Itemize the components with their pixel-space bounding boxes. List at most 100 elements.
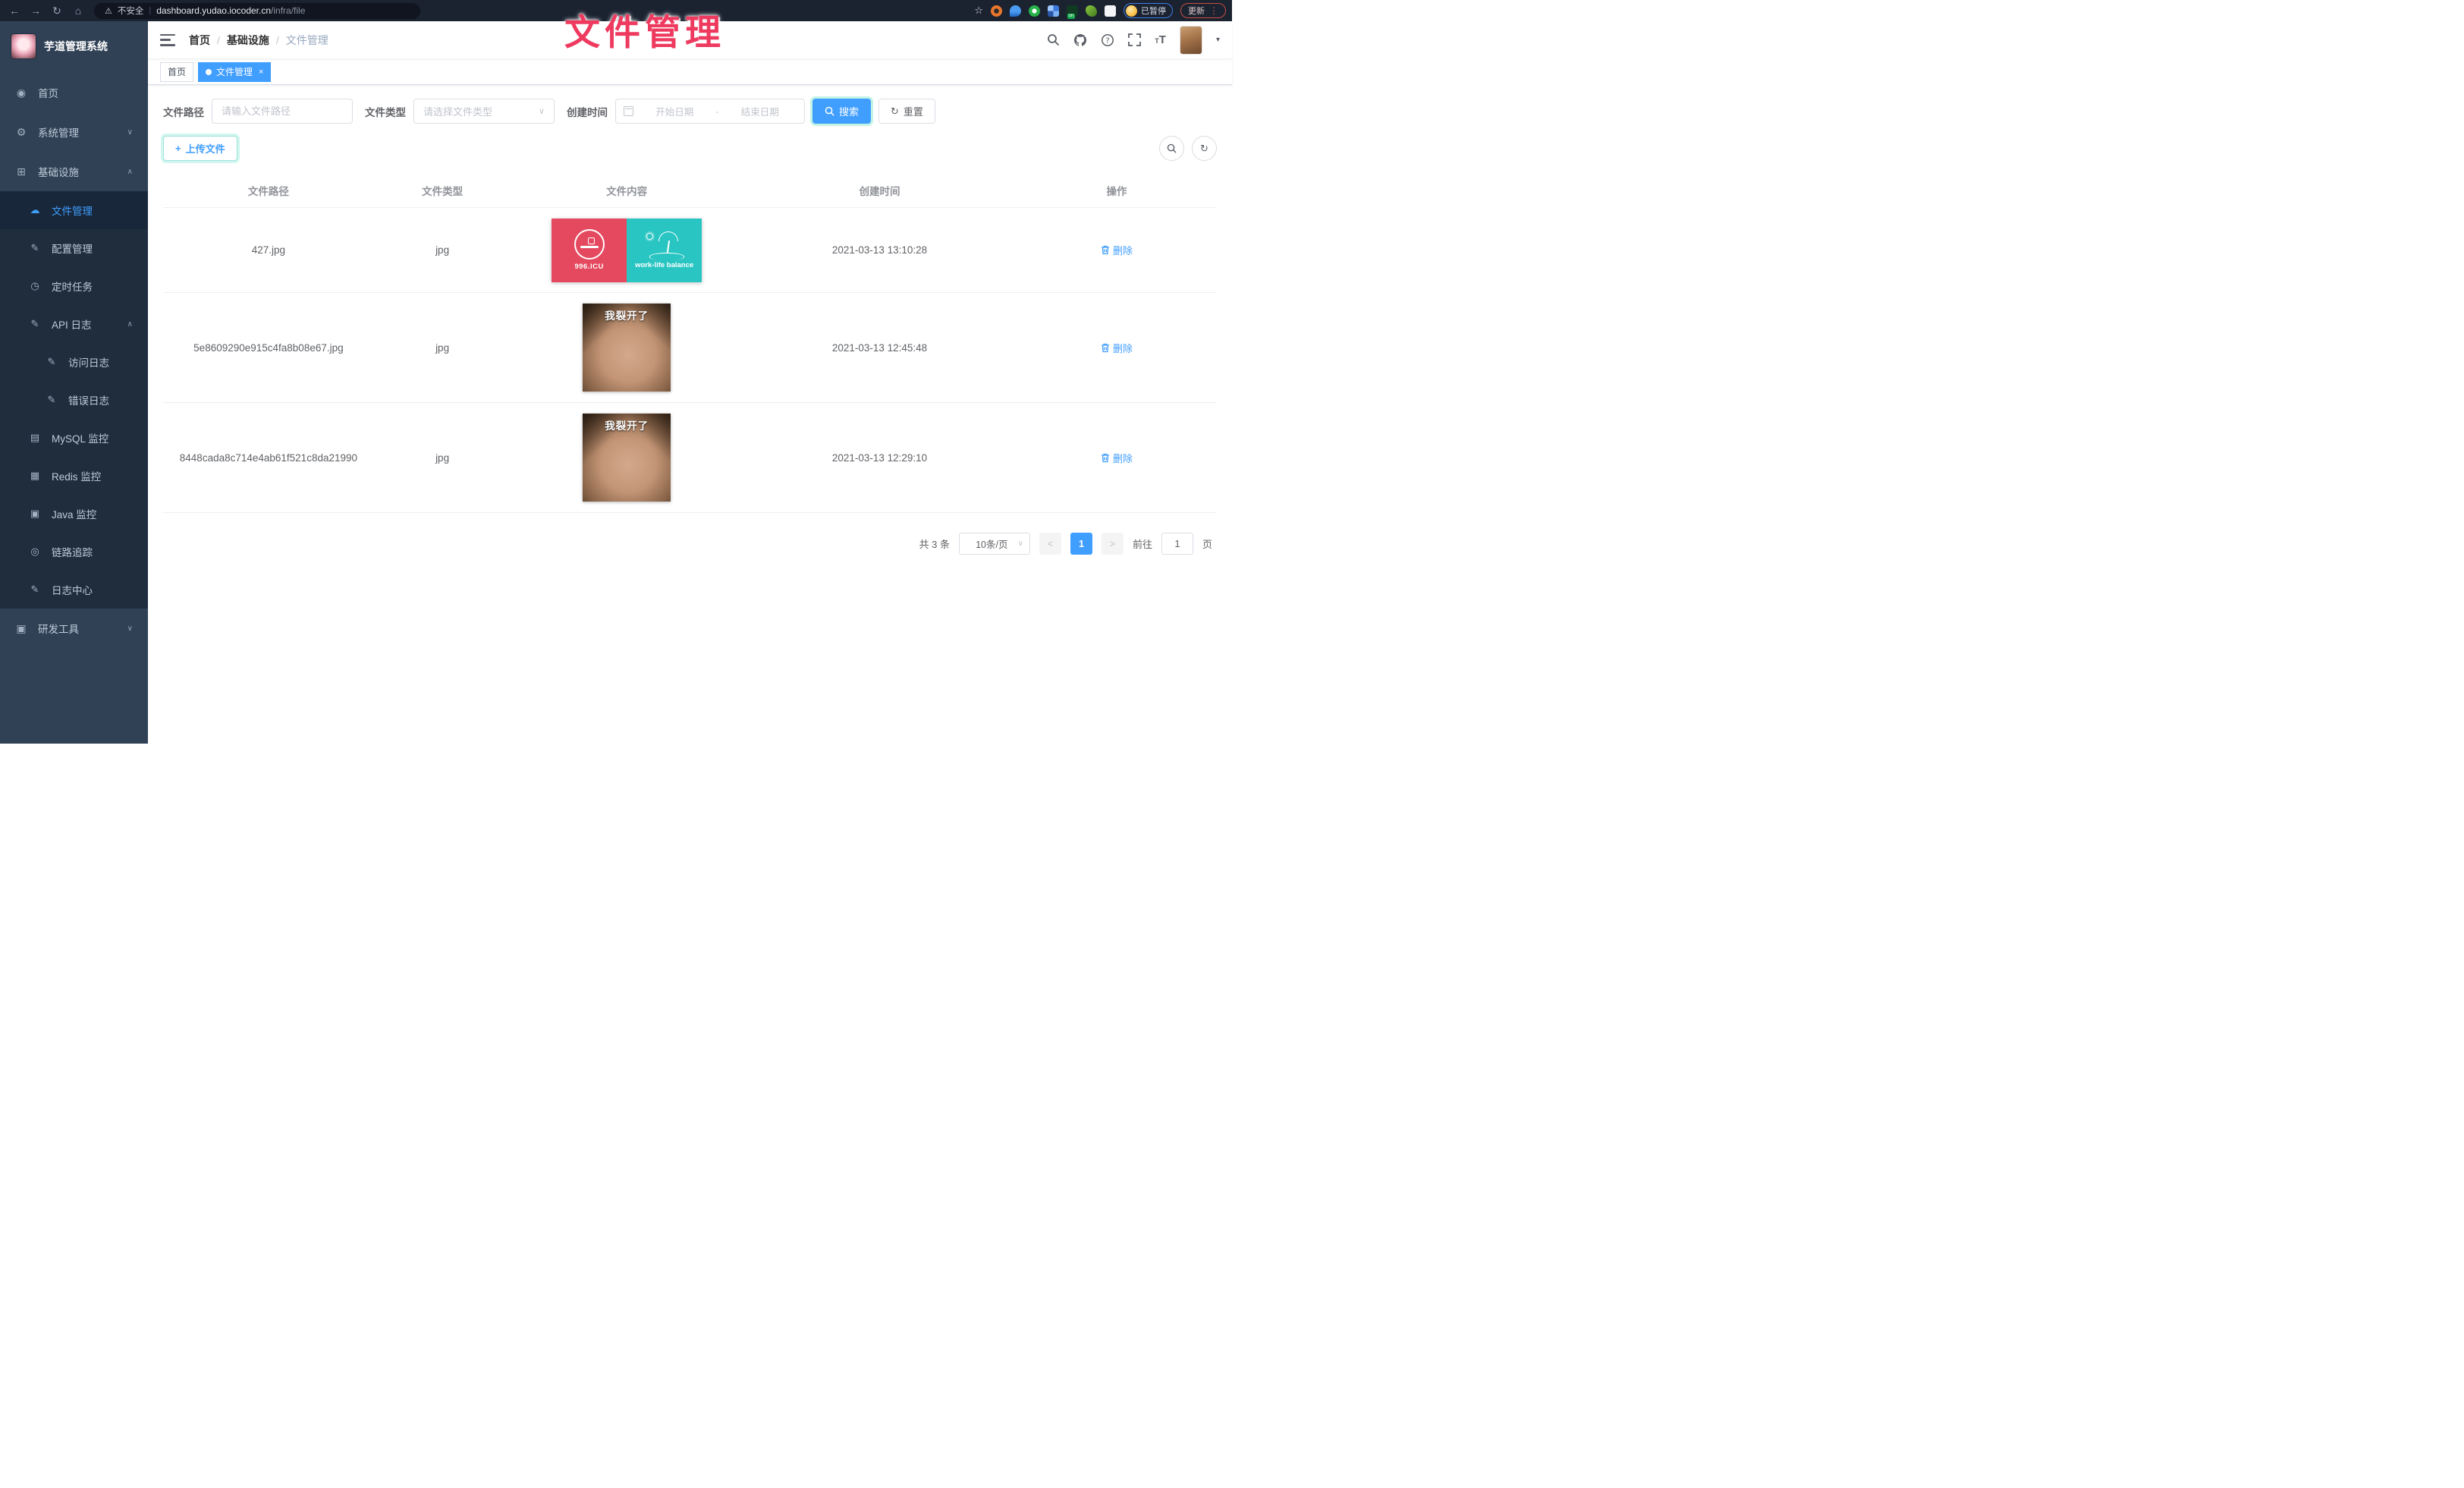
reload-icon[interactable]: ↻ xyxy=(49,5,65,17)
ext-puzzle-icon[interactable] xyxy=(1105,5,1116,17)
help-icon[interactable]: ? xyxy=(1101,33,1114,47)
breadcrumb-home[interactable]: 首页 xyxy=(189,33,210,48)
toggle-search-button[interactable] xyxy=(1159,136,1184,161)
close-icon[interactable]: × xyxy=(259,68,263,77)
sidebar-menu: ◉ 首页 ⚙ 系统管理 ∨ ⊞ 基础设施 ∧ ☁ 文件管理 xyxy=(0,73,148,744)
file-preview-image[interactable]: 我裂开了 xyxy=(583,304,671,392)
tag-home[interactable]: 首页 xyxy=(160,62,193,82)
file-type-label: 文件类型 xyxy=(365,104,406,119)
log-icon: ✎ xyxy=(46,356,58,368)
file-path-input[interactable] xyxy=(212,99,353,124)
chevron-down-icon: ∨ xyxy=(1018,540,1023,548)
infra-submenu: ☁ 文件管理 ✎ 配置管理 ◷ 定时任务 ✎ API 日志 ∧ xyxy=(0,191,148,609)
profile-paused-badge[interactable]: 已暂停 xyxy=(1124,3,1173,18)
forward-icon[interactable]: → xyxy=(27,5,44,17)
sidebar-item-system[interactable]: ⚙ 系统管理 ∨ xyxy=(0,112,148,152)
navbar: 首页 / 基础设施 / 文件管理 ? xyxy=(148,21,1232,59)
file-type-select[interactable]: 请选择文件类型 ∨ xyxy=(413,99,555,124)
refresh-table-button[interactable]: ↻ xyxy=(1192,136,1217,161)
breadcrumb-infra[interactable]: 基础设施 xyxy=(227,33,269,48)
gear-icon: ⚙ xyxy=(15,126,27,139)
browser-toolbar: ← → ↻ ⌂ ⚠ 不安全 | dashboard.yudao.iocoder.… xyxy=(0,0,1232,21)
end-date-placeholder[interactable]: 结束日期 xyxy=(724,104,797,118)
font-size-icon[interactable]: TT xyxy=(1155,33,1166,47)
ext-switch-icon[interactable]: on xyxy=(1067,5,1078,17)
sidebar-item-label: 日志中心 xyxy=(52,582,137,597)
sidebar-logo[interactable]: 芋道管理系统 xyxy=(0,21,148,73)
ext-grid-icon[interactable] xyxy=(1048,5,1059,17)
file-preview-image[interactable]: 我裂开了 xyxy=(583,414,671,502)
page: ← → ↻ ⌂ ⚠ 不安全 | dashboard.yudao.iocoder.… xyxy=(0,0,1232,744)
sidebar-item-dev-tools[interactable]: ▣ 研发工具 ∨ xyxy=(0,609,148,648)
sidebar-item-home[interactable]: ◉ 首页 xyxy=(0,73,148,112)
cell-file-type: jpg xyxy=(374,244,511,256)
start-date-placeholder[interactable]: 开始日期 xyxy=(638,104,712,118)
app-title: 芋道管理系统 xyxy=(44,39,108,54)
log-icon: ✎ xyxy=(29,584,41,596)
github-icon[interactable] xyxy=(1073,33,1087,47)
prev-page-button[interactable]: < xyxy=(1039,533,1061,555)
sidebar-item-access-log[interactable]: ✎ 访问日志 xyxy=(0,343,148,381)
col-create-time: 创建时间 xyxy=(743,183,1017,198)
delete-button[interactable]: 删除 xyxy=(1101,451,1133,465)
chevron-down-icon: ∨ xyxy=(539,106,545,116)
fullscreen-icon[interactable] xyxy=(1128,33,1141,46)
col-file-path: 文件路径 xyxy=(163,183,374,198)
sidebar-item-error-log[interactable]: ✎ 错误日志 xyxy=(0,381,148,419)
back-icon[interactable]: ← xyxy=(6,5,23,17)
browser-menu-icon[interactable]: ⋮ xyxy=(1209,5,1218,16)
search-icon[interactable] xyxy=(1047,33,1060,46)
col-actions: 操作 xyxy=(1017,183,1217,198)
content-area: 文件路径 文件类型 请选择文件类型 ∨ 创建时间 开始日期 - 结束日期 xyxy=(148,85,1232,744)
bookmark-star-icon[interactable]: ☆ xyxy=(974,5,983,17)
file-preview-image[interactable]: 996.ICU work-life balance xyxy=(552,219,702,282)
reset-button[interactable]: ↻ 重置 xyxy=(878,99,935,124)
extensions-area: ☆ on 已暂停 更新 ⋮ xyxy=(974,3,1226,18)
ext-location-icon[interactable] xyxy=(1010,5,1021,17)
sidebar-item-api-log[interactable]: ✎ API 日志 ∧ xyxy=(0,305,148,343)
address-bar[interactable]: ⚠ 不安全 | dashboard.yudao.iocoder.cn/infra… xyxy=(94,3,420,19)
delete-button[interactable]: 删除 xyxy=(1101,341,1133,355)
create-time-label: 创建时间 xyxy=(567,104,608,119)
delete-button[interactable]: 删除 xyxy=(1101,243,1133,257)
active-dot xyxy=(206,69,212,75)
goto-page-input[interactable] xyxy=(1161,533,1193,555)
sidebar-item-trace[interactable]: ◎ 链路追踪 xyxy=(0,533,148,571)
current-page-button[interactable]: 1 xyxy=(1070,533,1092,555)
sidebar-item-cron-job[interactable]: ◷ 定时任务 xyxy=(0,267,148,305)
meme-caption: 我裂开了 xyxy=(583,307,671,322)
sidebar-item-label: 文件管理 xyxy=(52,203,137,218)
table-toolbar: + 上传文件 ↻ xyxy=(163,136,1217,161)
user-avatar[interactable] xyxy=(1180,26,1202,55)
cell-file-type: jpg xyxy=(374,452,511,464)
caret-down-icon[interactable]: ▾ xyxy=(1216,36,1220,44)
clock-icon: ◷ xyxy=(29,280,41,292)
tag-label: 首页 xyxy=(168,65,186,78)
sidebar-item-log-center[interactable]: ✎ 日志中心 xyxy=(0,571,148,609)
hamburger-icon[interactable] xyxy=(160,34,175,46)
cell-create-time: 2021-03-13 12:45:48 xyxy=(743,342,1017,354)
upload-file-button[interactable]: + 上传文件 xyxy=(163,136,237,161)
sidebar-item-file-manage[interactable]: ☁ 文件管理 xyxy=(0,191,148,229)
ext-leaf-icon[interactable] xyxy=(1086,5,1097,17)
monitor-icon: ▣ xyxy=(29,508,41,520)
date-range-picker[interactable]: 开始日期 - 结束日期 xyxy=(615,99,805,124)
sidebar-item-redis-monitor[interactable]: ▦ Redis 监控 xyxy=(0,457,148,495)
ext-green-circle-icon[interactable] xyxy=(1029,5,1040,17)
sidebar-item-label: 链路追踪 xyxy=(52,544,137,559)
update-button[interactable]: 更新 ⋮ xyxy=(1180,3,1226,18)
sidebar-item-java-monitor[interactable]: ▣ Java 监控 xyxy=(0,495,148,533)
tags-view: 首页 文件管理 × xyxy=(148,59,1232,85)
sidebar-item-mysql-monitor[interactable]: ▤ MySQL 监控 xyxy=(0,419,148,457)
next-page-button[interactable]: > xyxy=(1102,533,1124,555)
ext-orange-icon[interactable] xyxy=(991,5,1002,17)
sidebar-item-config-manage[interactable]: ✎ 配置管理 xyxy=(0,229,148,267)
tag-file-manage[interactable]: 文件管理 × xyxy=(198,62,271,82)
sidebar-item-infra[interactable]: ⊞ 基础设施 ∧ xyxy=(0,152,148,191)
search-button-label: 搜索 xyxy=(839,104,859,118)
home-icon[interactable]: ⌂ xyxy=(70,5,86,17)
update-label: 更新 xyxy=(1188,5,1205,17)
search-button[interactable]: 搜索 xyxy=(812,99,871,124)
sidebar-item-label: API 日志 xyxy=(52,316,117,332)
page-size-select[interactable]: 10条/页 ∨ xyxy=(959,533,1030,555)
